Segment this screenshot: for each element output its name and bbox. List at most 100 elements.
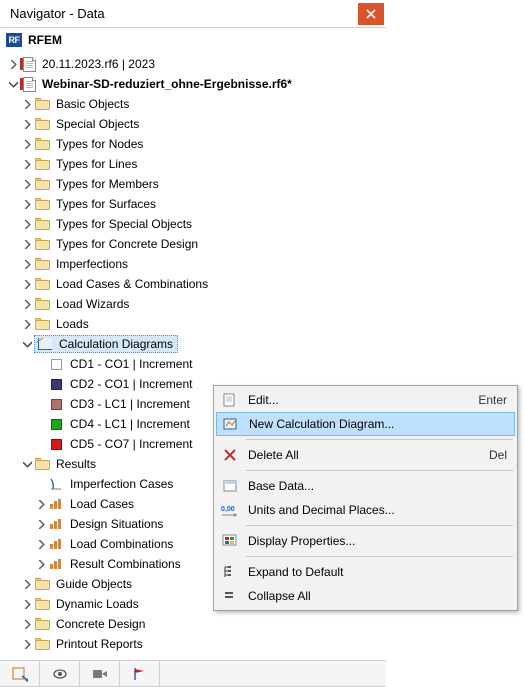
menu-label: Units and Decimal Places...	[248, 503, 507, 517]
close-icon	[366, 9, 376, 19]
folder-calculation-diagrams[interactable]: Calculation Diagrams	[6, 334, 386, 354]
expand-icon[interactable]	[20, 597, 34, 611]
expand-icon[interactable]	[34, 517, 48, 531]
app-icon: RF	[6, 33, 22, 47]
folder-special-objects[interactable]: Special Objects	[6, 114, 386, 134]
toolbar-flag-button[interactable]	[120, 661, 160, 686]
folder-icon	[34, 596, 50, 612]
diagram-label: CD5 - CO7 | Increment	[68, 436, 194, 452]
color-swatch-icon	[48, 436, 64, 452]
menu-shortcut: Del	[489, 448, 507, 462]
folder-label: Types for Lines	[54, 156, 139, 172]
toolbar-view-button[interactable]	[40, 661, 80, 686]
menu-collapse[interactable]: Collapse All	[216, 584, 515, 608]
folder-label: Results	[54, 456, 98, 472]
folder-types-members[interactable]: Types for Members	[6, 174, 386, 194]
diagram-label: CD4 - LC1 | Increment	[68, 416, 192, 432]
expand-icon[interactable]	[34, 557, 48, 571]
expand-icon[interactable]	[20, 617, 34, 631]
folder-printout-reports[interactable]: Printout Reports	[6, 634, 386, 654]
folder-label: Load Cases & Combinations	[54, 276, 210, 292]
folder-types-special[interactable]: Types for Special Objects	[6, 214, 386, 234]
menu-new-calculation-diagram[interactable]: New Calculation Diagram...	[216, 412, 515, 436]
folder-label: Calculation Diagrams	[57, 336, 175, 352]
expand-icon[interactable]	[20, 237, 34, 251]
color-swatch-icon	[48, 376, 64, 392]
diagram-label: CD3 - LC1 | Increment	[68, 396, 192, 412]
folder-types-nodes[interactable]: Types for Nodes	[6, 134, 386, 154]
units-icon: 0,00	[220, 500, 240, 520]
folder-label: Special Objects	[54, 116, 141, 132]
folder-types-lines[interactable]: Types for Lines	[6, 154, 386, 174]
expand-icon[interactable]	[20, 97, 34, 111]
menu-edit[interactable]: Edit... Enter	[216, 388, 515, 412]
menu-expand[interactable]: Expand to Default	[216, 560, 515, 584]
folder-loads[interactable]: Loads	[6, 314, 386, 334]
folder-basic-objects[interactable]: Basic Objects	[6, 94, 386, 114]
menu-label: Collapse All	[248, 589, 507, 603]
expand-icon[interactable]	[20, 297, 34, 311]
base-data-icon	[220, 476, 240, 496]
folder-icon	[34, 636, 50, 652]
folder-types-concrete[interactable]: Types for Concrete Design	[6, 234, 386, 254]
close-button[interactable]	[358, 3, 384, 25]
collapse-icon[interactable]	[20, 337, 34, 351]
result-label: Design Situations	[68, 516, 165, 532]
expand-icon[interactable]	[20, 197, 34, 211]
context-menu: Edit... Enter New Calculation Diagram...…	[213, 385, 518, 611]
color-swatch-icon	[48, 416, 64, 432]
menu-units[interactable]: 0,00 Units and Decimal Places...	[216, 498, 515, 522]
expand-icon[interactable]	[20, 257, 34, 271]
collapse-icon[interactable]	[6, 77, 20, 91]
result-icon	[48, 496, 64, 512]
folder-label: Load Wizards	[54, 296, 131, 312]
folder-imperfections[interactable]: Imperfections	[6, 254, 386, 274]
expand-icon[interactable]	[20, 637, 34, 651]
expand-icon[interactable]	[6, 57, 20, 71]
folder-icon	[34, 156, 50, 172]
collapse-icon[interactable]	[20, 457, 34, 471]
folder-icon	[34, 96, 50, 112]
folder-icon	[34, 296, 50, 312]
color-swatch-icon	[48, 396, 64, 412]
menu-base-data[interactable]: Base Data...	[216, 474, 515, 498]
delete-icon	[220, 445, 240, 465]
menu-display-properties[interactable]: Display Properties...	[216, 529, 515, 553]
color-swatch-icon	[48, 356, 64, 372]
menu-separator	[246, 525, 513, 526]
expand-icon[interactable]	[20, 117, 34, 131]
folder-label: Types for Special Objects	[54, 216, 194, 232]
folder-label: Imperfections	[54, 256, 130, 272]
toolbar-data-button[interactable]	[0, 661, 40, 686]
folder-icon	[34, 616, 50, 632]
expand-icon[interactable]	[20, 317, 34, 331]
expand-icon[interactable]	[20, 177, 34, 191]
menu-separator	[246, 470, 513, 471]
expand-icon[interactable]	[20, 577, 34, 591]
folder-load-wizards[interactable]: Load Wizards	[6, 294, 386, 314]
expand-icon[interactable]	[20, 217, 34, 231]
folder-concrete-design[interactable]: Concrete Design	[6, 614, 386, 634]
expand-icon[interactable]	[20, 277, 34, 291]
folder-icon	[34, 276, 50, 292]
tree-file-1[interactable]: 20.11.2023.rf6 | 2023	[6, 54, 386, 74]
expand-icon[interactable]	[20, 157, 34, 171]
folder-label: Dynamic Loads	[54, 596, 141, 612]
menu-label: Delete All	[248, 448, 481, 462]
folder-label: Types for Concrete Design	[54, 236, 200, 252]
menu-label: Edit...	[248, 393, 470, 407]
folder-icon	[34, 176, 50, 192]
toolbar-video-button[interactable]	[80, 661, 120, 686]
folder-types-surfaces[interactable]: Types for Surfaces	[6, 194, 386, 214]
expand-icon[interactable]	[34, 497, 48, 511]
tree-file-2[interactable]: Webinar-SD-reduziert_ohne-Ergebnisse.rf6…	[6, 74, 386, 94]
expand-icon[interactable]	[20, 137, 34, 151]
app-name: RFEM	[26, 32, 64, 48]
diagram-cd1[interactable]: CD1 - CO1 | Increment	[6, 354, 386, 374]
folder-label: Types for Members	[54, 176, 161, 192]
folder-icon	[34, 136, 50, 152]
expand-icon[interactable]	[34, 537, 48, 551]
menu-delete-all[interactable]: Delete All Del	[216, 443, 515, 467]
app-header: RF RFEM	[0, 28, 386, 52]
folder-load-cases[interactable]: Load Cases & Combinations	[6, 274, 386, 294]
